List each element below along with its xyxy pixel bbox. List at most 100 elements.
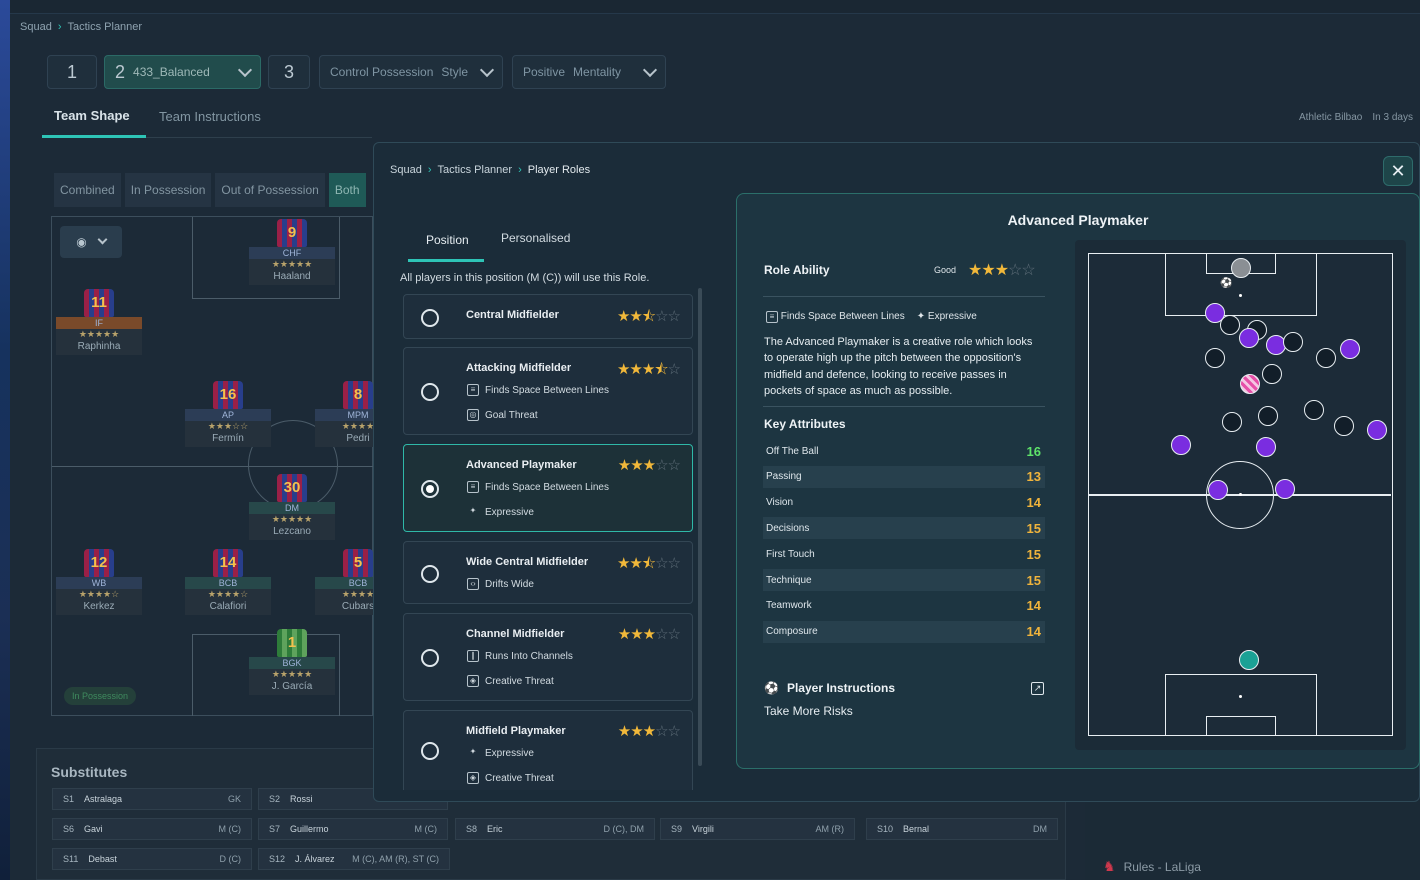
- attribute-row: Technique 15: [763, 569, 1045, 591]
- player-card[interactable]: 30 DM ★★★★★ Lezcano: [249, 474, 335, 540]
- modal-breadcrumb: Squad › Tactics Planner › Player Roles: [390, 164, 590, 176]
- player-card[interactable]: 8 MPM ★★★★ Pedri: [315, 381, 373, 447]
- breadcrumb-separator-icon: ›: [427, 164, 432, 176]
- sub-position: AM (R): [815, 824, 845, 834]
- roles-scrollbar[interactable]: [698, 288, 702, 766]
- trait-label: Finds Space Between Lines: [485, 384, 609, 396]
- player-name: Haaland: [249, 270, 335, 285]
- player-card[interactable]: 14 BCB ★★★★☆ Calafiori: [185, 549, 271, 615]
- role-stars: ★★⯪☆☆: [617, 553, 681, 578]
- empty-star-icon: ☆: [1021, 262, 1035, 279]
- chevron-down-icon: [642, 62, 658, 77]
- player-instruction-value: Take More Risks: [764, 704, 853, 718]
- role-trait: ≡ Finds Space Between Lines: [467, 384, 609, 396]
- attribute-row: Vision 14: [763, 492, 1045, 514]
- sub-slot: S11: [63, 854, 79, 864]
- sparkle-icon: ✦: [469, 747, 477, 756]
- sub-name: Guillermo: [290, 824, 329, 834]
- divider: [763, 406, 1045, 407]
- rules-link[interactable]: ♞ Rules - LaLiga: [1103, 858, 1201, 875]
- role-radio[interactable]: [421, 742, 439, 760]
- substitute-row[interactable]: S9 Virgili AM (R): [660, 818, 855, 840]
- breadcrumb-tactics[interactable]: Tactics Planner: [437, 164, 512, 176]
- player-dot: [1340, 339, 1360, 359]
- substitute-row[interactable]: S11 Debast D (C): [52, 848, 252, 870]
- role-radio[interactable]: [421, 480, 439, 498]
- player-card[interactable]: 1 BGK ★★★★★ J. García: [249, 629, 335, 695]
- mentality-value: Positive: [523, 65, 566, 79]
- trait-label: Creative Threat: [485, 675, 554, 687]
- player-card[interactable]: 9 CHF ★★★★★ Haaland: [249, 219, 335, 285]
- role-name: Midfield Playmaker: [466, 725, 566, 737]
- role-card[interactable]: Midfield Playmaker ★★★☆☆ ✦ Expressive ◈ Creat…: [403, 710, 693, 790]
- attribute-name: Composure: [766, 626, 818, 638]
- player-instructions-title: Player Instructions: [786, 681, 895, 695]
- sub-name: Debast: [88, 854, 117, 864]
- own-goalkeeper-dot: [1239, 650, 1259, 670]
- tab-personalised[interactable]: Personalised: [501, 231, 570, 245]
- role-ability-stars: ★★★☆☆: [968, 260, 1036, 280]
- player-role-stars: ★★★★★: [249, 259, 335, 270]
- player-card[interactable]: 12 WB ★★★★☆ Kerkez: [56, 549, 142, 615]
- player-position: AP: [185, 409, 271, 421]
- substitute-row[interactable]: S7 Guillermo M (C): [258, 818, 448, 840]
- shirt-icon: 1: [277, 629, 307, 657]
- sub-name: Virgili: [692, 824, 714, 834]
- close-button[interactable]: ✕: [1383, 156, 1413, 186]
- substitute-row[interactable]: S12 J. Álvarez M (C), AM (R), ST (C): [258, 848, 450, 870]
- role-card[interactable]: Advanced Playmaker ★★★☆☆ ≡ Finds Space Betw…: [403, 444, 693, 532]
- player-card[interactable]: 11 IF ★★★★★ Raphinha: [56, 289, 142, 355]
- trait-label: Finds Space Between Lines: [485, 481, 609, 493]
- mentality-dropdown[interactable]: Positive Mentality: [512, 55, 666, 89]
- tab-position[interactable]: Position: [426, 233, 469, 247]
- sub-position: D (C), DM: [603, 824, 645, 834]
- sub-slot: S6: [63, 824, 75, 834]
- key-attributes-title: Key Attributes: [764, 417, 846, 431]
- role-trait: ✦ Expressive: [467, 747, 534, 759]
- player-name: Kerkez: [56, 600, 142, 615]
- lines-icon: ≡: [467, 384, 479, 396]
- rules-panel: ♞ Rules - LaLiga: [1085, 800, 1420, 880]
- star-icon: ★: [981, 262, 995, 279]
- active-tab-indicator: [408, 259, 484, 262]
- sub-position: M (C), AM (R), ST (C): [352, 854, 439, 864]
- substitute-row[interactable]: S6 Gavi M (C): [52, 818, 252, 840]
- star-icon: ★: [617, 457, 631, 474]
- star-icon: ★: [642, 457, 656, 474]
- shirt-icon: 9: [277, 219, 307, 247]
- mentality-label: Mentality: [573, 65, 622, 79]
- role-stars: ★★★⯪☆: [617, 359, 681, 384]
- player-dot: [1275, 479, 1295, 499]
- player-dot: [1262, 364, 1282, 384]
- role-stars: ★★⯪☆☆: [617, 306, 681, 331]
- shirt-icon: 14: [213, 549, 243, 577]
- attribute-value: 13: [1026, 469, 1041, 485]
- role-radio[interactable]: [421, 649, 439, 667]
- role-radio[interactable]: [421, 564, 439, 583]
- substitute-row[interactable]: S8 Eric D (C), DM: [455, 818, 655, 840]
- external-link-icon[interactable]: ↗: [1031, 682, 1044, 695]
- star-icon: ★: [630, 457, 643, 474]
- breadcrumb-squad[interactable]: Squad: [390, 164, 422, 176]
- role-card[interactable]: Wide Central Midfielder ★★⯪☆☆ ‹› Drifts Wid…: [403, 541, 693, 604]
- player-role-stars: ★★★★☆: [56, 589, 142, 600]
- star-icon: ★: [617, 723, 631, 740]
- role-radio[interactable]: [421, 383, 439, 401]
- role-trait: ✦ Expressive: [467, 506, 534, 518]
- player-dot: [1239, 328, 1259, 348]
- player-dot: [1222, 412, 1242, 432]
- sub-name: Gavi: [84, 824, 103, 834]
- substitute-row[interactable]: S1 Astralaga GK: [52, 788, 252, 810]
- attribute-name: Technique: [766, 574, 812, 586]
- player-card[interactable]: 16 AP ★★★☆☆ Fermín: [185, 381, 271, 447]
- substitute-row[interactable]: S10 Bernal DM: [866, 818, 1058, 840]
- role-card[interactable]: Channel Midfielder ★★★☆☆ ∥ Runs Into Channe…: [403, 613, 693, 701]
- role-card[interactable]: Central Midfielder ★★⯪☆☆: [403, 294, 693, 339]
- sub-name: Rossi: [290, 794, 313, 804]
- empty-star-icon: ☆: [667, 555, 681, 572]
- role-radio[interactable]: [421, 308, 439, 327]
- role-card[interactable]: Attacking Midfielder ★★★⯪☆ ≡ Finds Space Be…: [403, 347, 693, 435]
- sub-slot: S7: [269, 824, 281, 834]
- player-card[interactable]: 5 BCB ★★★★ Cubars: [315, 549, 373, 615]
- trait-label: Runs Into Channels: [485, 650, 573, 662]
